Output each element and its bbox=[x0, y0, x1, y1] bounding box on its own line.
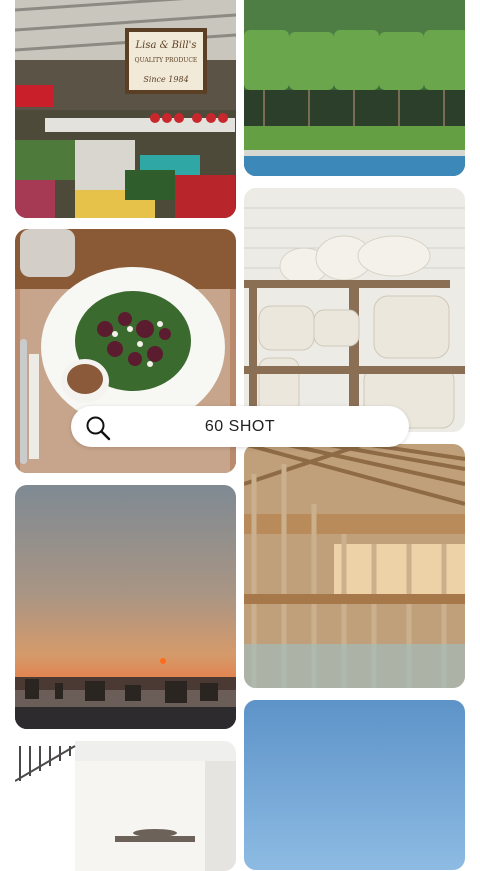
photo-tile-staircase[interactable] bbox=[15, 741, 236, 871]
sign-text-line3: Since 1984 bbox=[143, 75, 188, 84]
sign-text-line2: QUALITY PRODUCE bbox=[135, 57, 198, 64]
sign-text-line1: Lisa & Bill's bbox=[134, 40, 196, 51]
photo-tile-sunset[interactable] bbox=[15, 485, 236, 729]
search-query-text: 60 SHOT bbox=[204, 417, 276, 435]
photo-tile-framing[interactable] bbox=[244, 444, 465, 688]
photo-tile-sky[interactable] bbox=[244, 700, 465, 870]
photo-tile-pillows[interactable] bbox=[244, 188, 465, 432]
search-bar[interactable]: 60 SHOT bbox=[71, 406, 409, 447]
photo-tile-produce-stand[interactable]: Lisa & Bill's QUALITY PRODUCE Since 1984 bbox=[15, 0, 236, 218]
photo-tile-hedge-pool[interactable] bbox=[244, 0, 465, 176]
search-icon bbox=[85, 415, 111, 441]
